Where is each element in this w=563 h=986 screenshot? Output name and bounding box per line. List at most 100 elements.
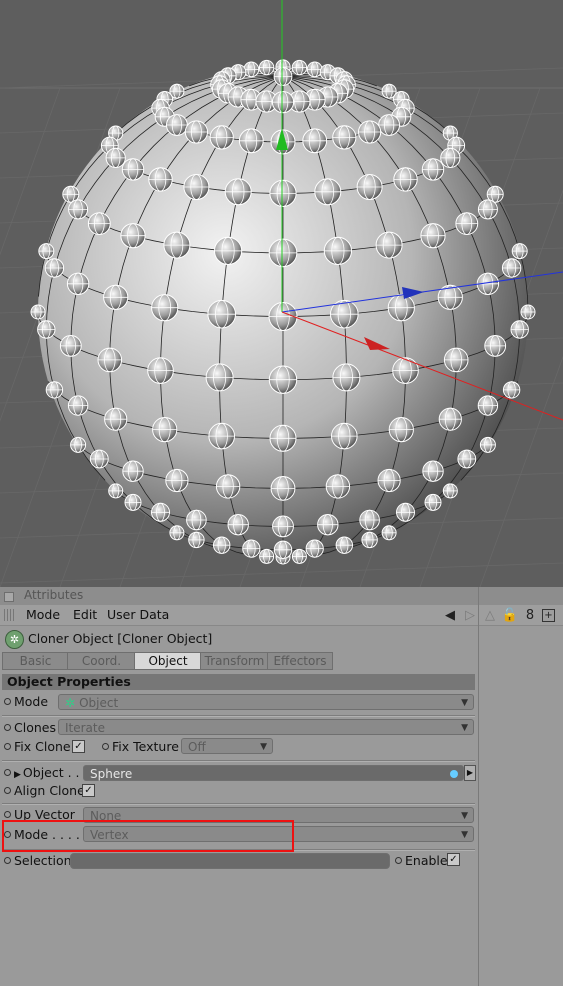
clone-ball xyxy=(291,59,308,76)
up-arrow-icon[interactable]: △ xyxy=(482,607,498,623)
clone-ball xyxy=(151,294,179,322)
clone-ball xyxy=(270,476,296,501)
mode-label: Mode xyxy=(4,694,48,709)
clone-ball xyxy=(392,357,419,384)
cloner-sphere-scene[interactable] xyxy=(0,0,563,587)
clone-ball xyxy=(273,540,293,559)
animate-dot-icon[interactable] xyxy=(4,857,11,864)
clone-ball xyxy=(59,335,82,357)
clone-ball xyxy=(323,236,352,265)
clone-ball xyxy=(147,357,174,384)
tab-object[interactable]: Object xyxy=(134,652,202,670)
clone-ball xyxy=(455,212,479,236)
menu-mode[interactable]: Mode xyxy=(26,607,60,622)
clone-ball xyxy=(314,178,342,206)
tab-transform[interactable]: Transform xyxy=(200,652,269,670)
clone-ball xyxy=(305,539,324,558)
panel-square-icon[interactable] xyxy=(4,592,14,602)
clone-ball xyxy=(68,199,89,220)
lock-icon[interactable]: 🔓 xyxy=(502,607,518,623)
tab-effectors[interactable]: Effectors xyxy=(267,652,333,670)
clone-ball xyxy=(108,483,124,499)
clone-ball xyxy=(183,174,210,200)
clone-ball xyxy=(268,365,298,394)
enable-checkbox[interactable]: ✓ xyxy=(447,853,460,866)
clone-ball xyxy=(479,436,496,453)
selection-label: Selection xyxy=(4,853,72,868)
tab-coord[interactable]: Coord. xyxy=(67,652,136,670)
animate-dot-icon[interactable] xyxy=(4,743,11,750)
clone-ball xyxy=(165,468,189,493)
clone-ball xyxy=(501,258,522,278)
fix-texture-select[interactable]: Off ▼ xyxy=(181,738,273,754)
clone-ball xyxy=(70,436,87,453)
clone-ball xyxy=(224,178,252,206)
clone-ball xyxy=(393,167,418,192)
clone-ball xyxy=(421,158,445,181)
animate-dot-icon[interactable] xyxy=(4,769,11,776)
clone-ball xyxy=(388,417,414,443)
fix-texture-label: Fix Texture xyxy=(102,739,179,754)
clone-ball xyxy=(332,363,361,392)
clone-ball xyxy=(424,493,442,511)
clones-select[interactable]: Iterate ▼ xyxy=(58,719,474,735)
new-panel-icon[interactable]: + xyxy=(542,608,555,622)
animate-dot-icon[interactable] xyxy=(102,743,109,750)
clone-ball xyxy=(317,514,339,536)
back-arrow-icon[interactable]: ◀ xyxy=(442,607,458,623)
highlight-box xyxy=(2,820,294,852)
mode-select[interactable]: ✲ Object ▼ xyxy=(58,694,474,710)
animate-dot-icon[interactable] xyxy=(4,724,11,731)
grip-icon[interactable] xyxy=(4,609,16,621)
clone-ball xyxy=(269,424,297,452)
link-arrow-button[interactable]: ▶ xyxy=(464,765,476,781)
cloner-small-icon: ✲ xyxy=(65,696,76,710)
animate-dot-icon[interactable] xyxy=(4,811,11,818)
clone-ball xyxy=(97,347,123,373)
clone-ball xyxy=(209,125,234,150)
section-header: Object Properties xyxy=(2,674,475,690)
clones-label: Clones xyxy=(4,720,56,735)
clone-ball xyxy=(269,179,297,207)
clone-ball xyxy=(242,539,261,558)
clone-ball xyxy=(443,347,469,373)
clone-ball xyxy=(268,238,298,268)
fix-clone-checkbox[interactable]: ✓ xyxy=(72,740,85,753)
clone-ball xyxy=(215,474,241,499)
menu-edit[interactable]: Edit xyxy=(73,607,97,622)
clone-ball xyxy=(356,174,383,200)
clone-ball xyxy=(243,61,260,78)
animate-dot-icon[interactable] xyxy=(4,787,11,794)
object-link-field[interactable]: Sphere xyxy=(83,765,464,781)
clone-ball xyxy=(477,199,498,220)
clone-ball xyxy=(208,422,235,450)
cloner-icon: ✲ xyxy=(5,630,24,649)
clone-ball xyxy=(207,299,236,329)
animate-dot-icon[interactable] xyxy=(395,857,402,864)
clone-ball xyxy=(520,304,536,320)
clone-ball xyxy=(484,335,507,357)
clone-ball xyxy=(121,158,145,181)
link-icon[interactable]: 8 xyxy=(522,607,538,623)
animate-dot-icon[interactable] xyxy=(4,698,11,705)
3d-viewport[interactable] xyxy=(0,0,563,587)
align-clone-checkbox[interactable]: ✓ xyxy=(82,784,95,797)
clone-ball xyxy=(510,320,529,339)
clone-ball xyxy=(302,128,328,154)
clone-ball xyxy=(227,514,249,536)
clone-ball xyxy=(331,422,358,450)
tab-basic[interactable]: Basic xyxy=(2,652,69,670)
menu-user-data[interactable]: User Data xyxy=(107,607,169,622)
clone-ball xyxy=(213,536,231,554)
clone-ball xyxy=(511,243,528,260)
clone-ball xyxy=(420,223,446,249)
clone-ball xyxy=(272,515,294,538)
expand-arrow-icon[interactable]: ▶ xyxy=(14,770,21,780)
clone-ball xyxy=(332,125,357,150)
enable-label: Enable xyxy=(395,853,448,868)
forward-arrow-icon[interactable]: ▷ xyxy=(462,607,478,623)
clone-ball xyxy=(477,395,499,416)
clone-ball xyxy=(291,548,307,564)
selection-field[interactable] xyxy=(70,853,390,869)
panel-title: Attributes xyxy=(24,588,84,602)
